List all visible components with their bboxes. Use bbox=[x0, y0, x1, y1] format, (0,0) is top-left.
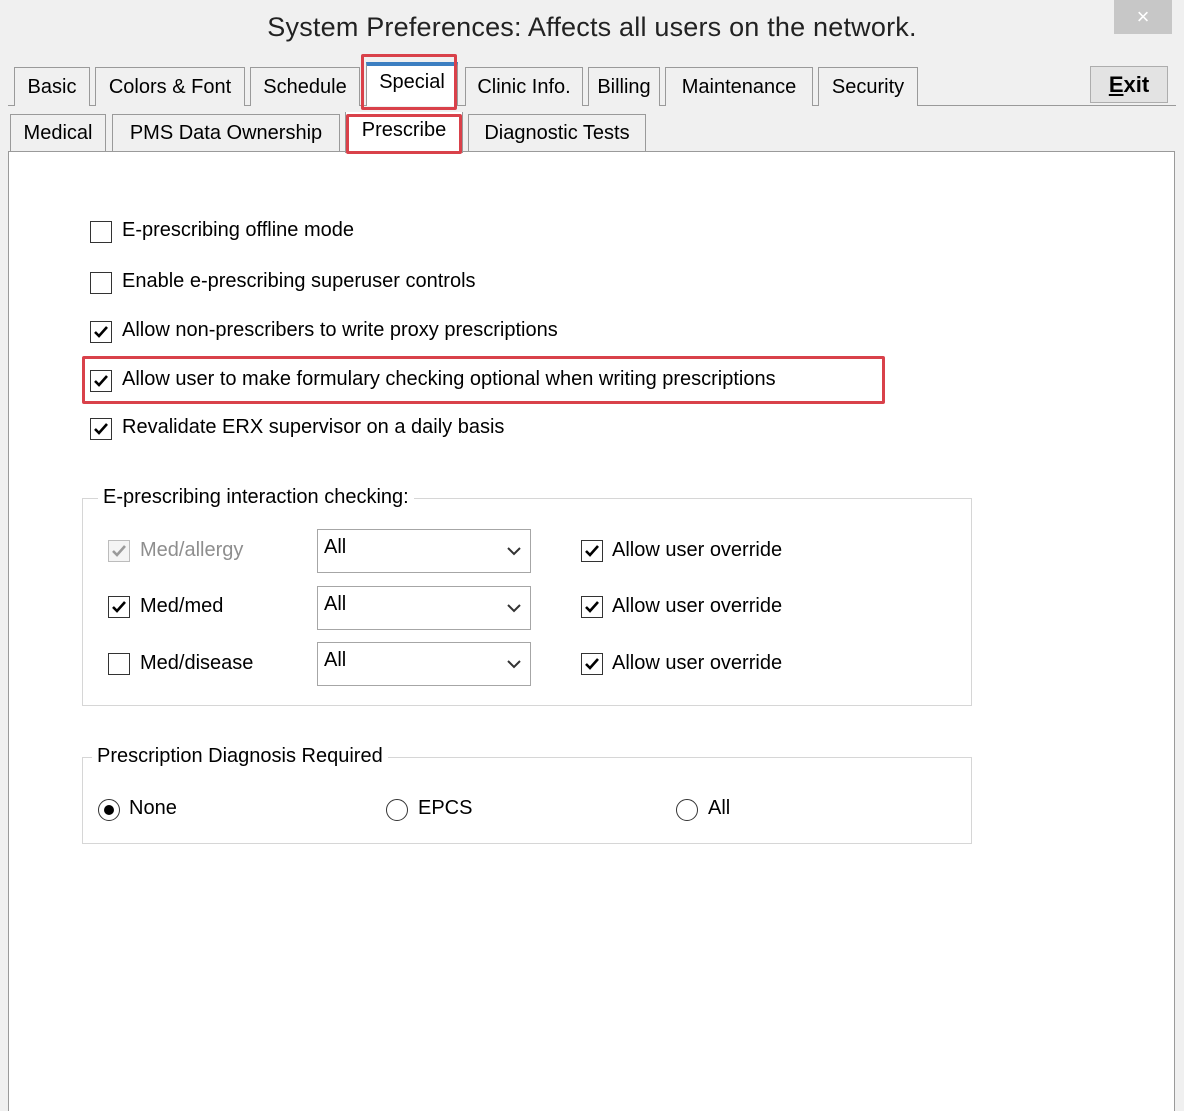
med-allergy-checkbox bbox=[108, 540, 130, 562]
med-allergy-override-checkbox[interactable] bbox=[581, 540, 603, 562]
superuser-controls-label: Enable e-prescribing superuser controls bbox=[122, 270, 476, 292]
tab-billing[interactable]: Billing bbox=[588, 67, 660, 106]
revalidate-supervisor-label: Revalidate ERX supervisor on a daily bas… bbox=[122, 416, 505, 438]
exit-button-label: xit bbox=[1123, 72, 1150, 97]
med-med-checkbox[interactable] bbox=[108, 596, 130, 618]
exit-button[interactable]: Exit bbox=[1090, 66, 1168, 103]
med-med-label: Med/med bbox=[140, 595, 224, 617]
checkmark-icon bbox=[112, 601, 126, 613]
med-med-level-value: All bbox=[324, 593, 347, 615]
tab-schedule[interactable]: Schedule bbox=[250, 67, 360, 106]
offline-mode-checkbox[interactable] bbox=[90, 221, 112, 243]
tab-colors-font[interactable]: Colors & Font bbox=[95, 67, 245, 106]
chevron-down-icon bbox=[507, 547, 521, 556]
diagnosis-none-label: None bbox=[129, 797, 177, 819]
superuser-controls-checkbox[interactable] bbox=[90, 272, 112, 294]
checkmark-icon bbox=[94, 423, 108, 435]
checkmark-icon bbox=[112, 545, 126, 557]
proxy-prescriptions-checkbox[interactable] bbox=[90, 321, 112, 343]
tab-diagnostic-tests[interactable]: Diagnostic Tests bbox=[468, 114, 646, 151]
radio-selected-dot bbox=[104, 805, 114, 815]
exit-button-mnemonic: E bbox=[1108, 72, 1124, 97]
tab-security[interactable]: Security bbox=[818, 67, 918, 106]
diagnosis-required-group bbox=[82, 757, 972, 844]
formulary-optional-checkbox[interactable] bbox=[90, 370, 112, 392]
offline-mode-label: E-prescribing offline mode bbox=[122, 219, 354, 241]
med-allergy-label: Med/allergy bbox=[140, 539, 244, 561]
checkmark-icon bbox=[94, 375, 108, 387]
formulary-optional-label: Allow user to make formulary checking op… bbox=[122, 368, 776, 390]
highlight-special-tab bbox=[361, 54, 457, 110]
checkmark-icon bbox=[585, 658, 599, 670]
window-title: System Preferences: Affects all users on… bbox=[267, 12, 917, 42]
tab-maintenance[interactable]: Maintenance bbox=[665, 67, 813, 106]
med-disease-level-value: All bbox=[324, 649, 347, 671]
revalidate-supervisor-checkbox[interactable] bbox=[90, 418, 112, 440]
med-med-override-label: Allow user override bbox=[612, 595, 783, 617]
tab-basic[interactable]: Basic bbox=[14, 67, 90, 106]
med-med-override-checkbox[interactable] bbox=[581, 596, 603, 618]
med-allergy-level-select[interactable]: All bbox=[317, 529, 531, 573]
med-allergy-level-value: All bbox=[324, 536, 347, 558]
diagnosis-all-radio[interactable] bbox=[676, 799, 698, 821]
med-disease-override-label: Allow user override bbox=[612, 652, 783, 674]
interaction-checking-title: E-prescribing interaction checking: bbox=[98, 486, 414, 509]
diagnosis-epcs-radio[interactable] bbox=[386, 799, 408, 821]
med-disease-checkbox[interactable] bbox=[108, 653, 130, 675]
checkmark-icon bbox=[585, 545, 599, 557]
tab-medical[interactable]: Medical bbox=[10, 114, 106, 151]
chevron-down-icon bbox=[507, 660, 521, 669]
tab-clinic-info[interactable]: Clinic Info. bbox=[465, 67, 583, 106]
checkmark-icon bbox=[94, 326, 108, 338]
chevron-down-icon bbox=[507, 604, 521, 613]
diagnosis-required-title: Prescription Diagnosis Required bbox=[92, 745, 388, 768]
checkmark-icon bbox=[585, 601, 599, 613]
diagnosis-all-label: All bbox=[708, 797, 731, 819]
med-allergy-override-label: Allow user override bbox=[612, 539, 783, 561]
diagnosis-epcs-label: EPCS bbox=[418, 797, 473, 819]
tab-pms-data-ownership[interactable]: PMS Data Ownership bbox=[112, 114, 340, 151]
med-disease-level-select[interactable]: All bbox=[317, 642, 531, 686]
med-disease-override-checkbox[interactable] bbox=[581, 653, 603, 675]
med-med-level-select[interactable]: All bbox=[317, 586, 531, 630]
proxy-prescriptions-label: Allow non-prescribers to write proxy pre… bbox=[122, 319, 558, 341]
diagnosis-none-radio[interactable] bbox=[98, 799, 120, 821]
highlight-prescribe-tab bbox=[346, 114, 462, 154]
med-disease-label: Med/disease bbox=[140, 652, 254, 674]
close-button[interactable]: × bbox=[1114, 0, 1172, 34]
